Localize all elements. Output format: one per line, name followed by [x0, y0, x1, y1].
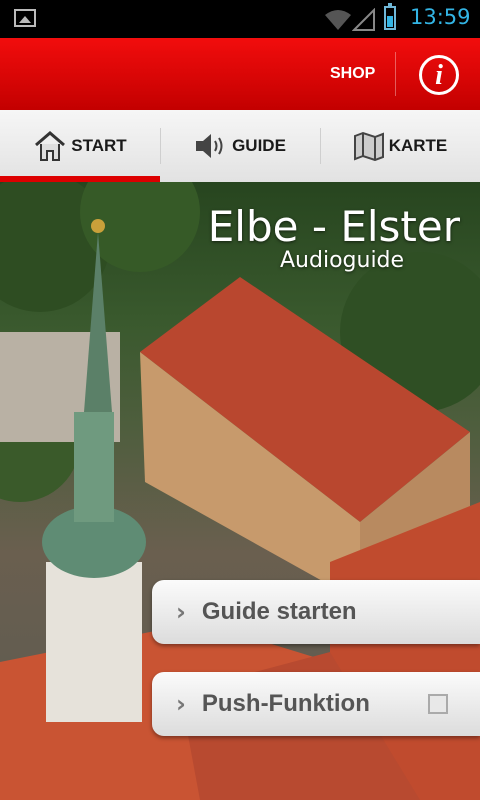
signal-icon: [352, 8, 375, 31]
push-function-label: Push-Funktion: [201, 690, 370, 717]
info-icon[interactable]: i: [419, 55, 459, 95]
app-header: SHOP i: [0, 38, 480, 110]
speaker-icon: [196, 134, 223, 158]
tab-guide[interactable]: GUIDE: [160, 110, 320, 182]
hero-subtitle: Audioguide: [280, 248, 405, 273]
battery-level: [387, 16, 393, 27]
header-divider: [395, 52, 396, 96]
tab-start[interactable]: START: [0, 110, 160, 182]
guide-start-label: Guide starten: [201, 598, 357, 625]
tab-start-label: START: [71, 136, 127, 155]
status-bar: 13:59: [0, 0, 480, 38]
wifi-icon: [325, 10, 351, 30]
chevron-right-icon: ›: [176, 598, 186, 626]
hero-title: Elbe - Elster: [207, 202, 460, 251]
home-icon: [35, 131, 66, 161]
push-checkbox[interactable]: [428, 694, 448, 714]
tab-guide-label: GUIDE: [232, 136, 286, 155]
map-icon: [353, 131, 384, 161]
push-function-button[interactable]: › Push-Funktion: [152, 672, 480, 736]
image-notification-icon: [14, 9, 36, 27]
tab-karte-label: KARTE: [388, 136, 448, 155]
tab-bar: START GUIDE KARTE: [0, 110, 480, 183]
chevron-right-icon: ›: [176, 690, 186, 718]
battery-icon: [384, 3, 396, 30]
tab-karte[interactable]: KARTE: [320, 110, 480, 182]
guide-start-button[interactable]: › Guide starten: [152, 580, 480, 644]
shop-button[interactable]: SHOP: [330, 38, 375, 110]
clock: 13:59: [410, 5, 471, 29]
